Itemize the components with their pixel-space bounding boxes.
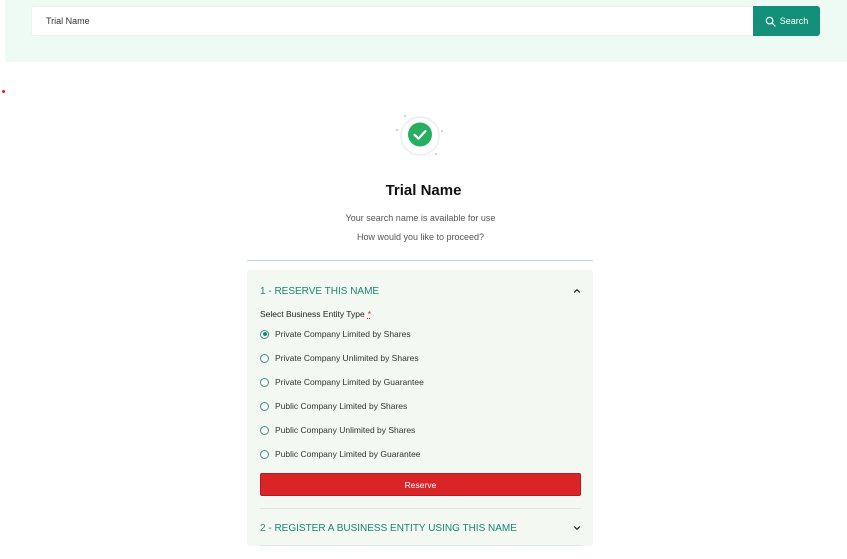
section-separator xyxy=(260,508,581,509)
entity-type-option-label: Public Company Limited by Shares xyxy=(275,401,408,411)
divider xyxy=(247,260,593,261)
entity-type-option[interactable]: Private Company Limited by Guarantee xyxy=(260,375,424,389)
entity-type-option[interactable]: Public Company Limited by Guarantee xyxy=(260,447,421,461)
availability-message: Your search name is available for use xyxy=(345,213,496,223)
search-bar: Search xyxy=(5,0,847,62)
entity-type-option-label: Private Company Limited by Shares xyxy=(275,329,411,339)
options-panel: 1 - RESERVE THIS NAME Select Business En… xyxy=(247,270,593,546)
entity-type-option-label: Public Company Unlimited by Shares xyxy=(275,425,416,435)
radio-button[interactable] xyxy=(260,377,269,387)
reserve-button[interactable]: Reserve xyxy=(260,473,581,496)
entity-type-label: Select Business Entity Type * xyxy=(260,309,371,319)
required-marker: * xyxy=(367,309,372,319)
entity-type-option-label: Private Company Limited by Guarantee xyxy=(275,377,424,387)
section-register-title: 2 - REGISTER A BUSINESS ENTITY USING THI… xyxy=(260,522,517,534)
entity-type-option[interactable]: Private Company Unlimited by Shares xyxy=(260,351,419,365)
entity-type-option[interactable]: Public Company Limited by Shares xyxy=(260,399,407,413)
chevron-down-icon xyxy=(573,526,581,530)
search-input[interactable] xyxy=(31,6,753,36)
chevron-up-icon xyxy=(573,289,581,293)
entity-type-label-text: Select Business Entity Type xyxy=(260,309,365,319)
check-circle-icon xyxy=(394,110,446,162)
entity-type-option[interactable]: Private Company Limited by Shares xyxy=(260,327,411,341)
section-reserve-header[interactable]: 1 - RESERVE THIS NAME xyxy=(260,283,582,299)
search-icon xyxy=(765,16,776,27)
result-title: Trial Name xyxy=(385,182,462,199)
status-dot xyxy=(2,90,5,93)
search-button-label: Search xyxy=(779,16,809,26)
entity-type-option-label: Private Company Unlimited by Shares xyxy=(275,353,419,363)
proceed-question: How would you like to proceed? xyxy=(356,232,485,242)
entity-type-option[interactable]: Public Company Unlimited by Shares xyxy=(260,423,415,437)
section-register-header[interactable]: 2 - REGISTER A BUSINESS ENTITY USING THI… xyxy=(260,520,582,536)
section-reserve-title: 1 - RESERVE THIS NAME xyxy=(260,285,380,297)
entity-type-option-label: Public Company Limited by Guarantee xyxy=(275,449,421,459)
radio-button[interactable] xyxy=(260,353,269,363)
radio-button[interactable] xyxy=(260,329,269,339)
section-separator xyxy=(260,545,581,546)
radio-button[interactable] xyxy=(260,425,269,435)
radio-button[interactable] xyxy=(260,401,269,411)
radio-button[interactable] xyxy=(260,449,269,459)
search-button[interactable]: Search xyxy=(753,6,820,36)
